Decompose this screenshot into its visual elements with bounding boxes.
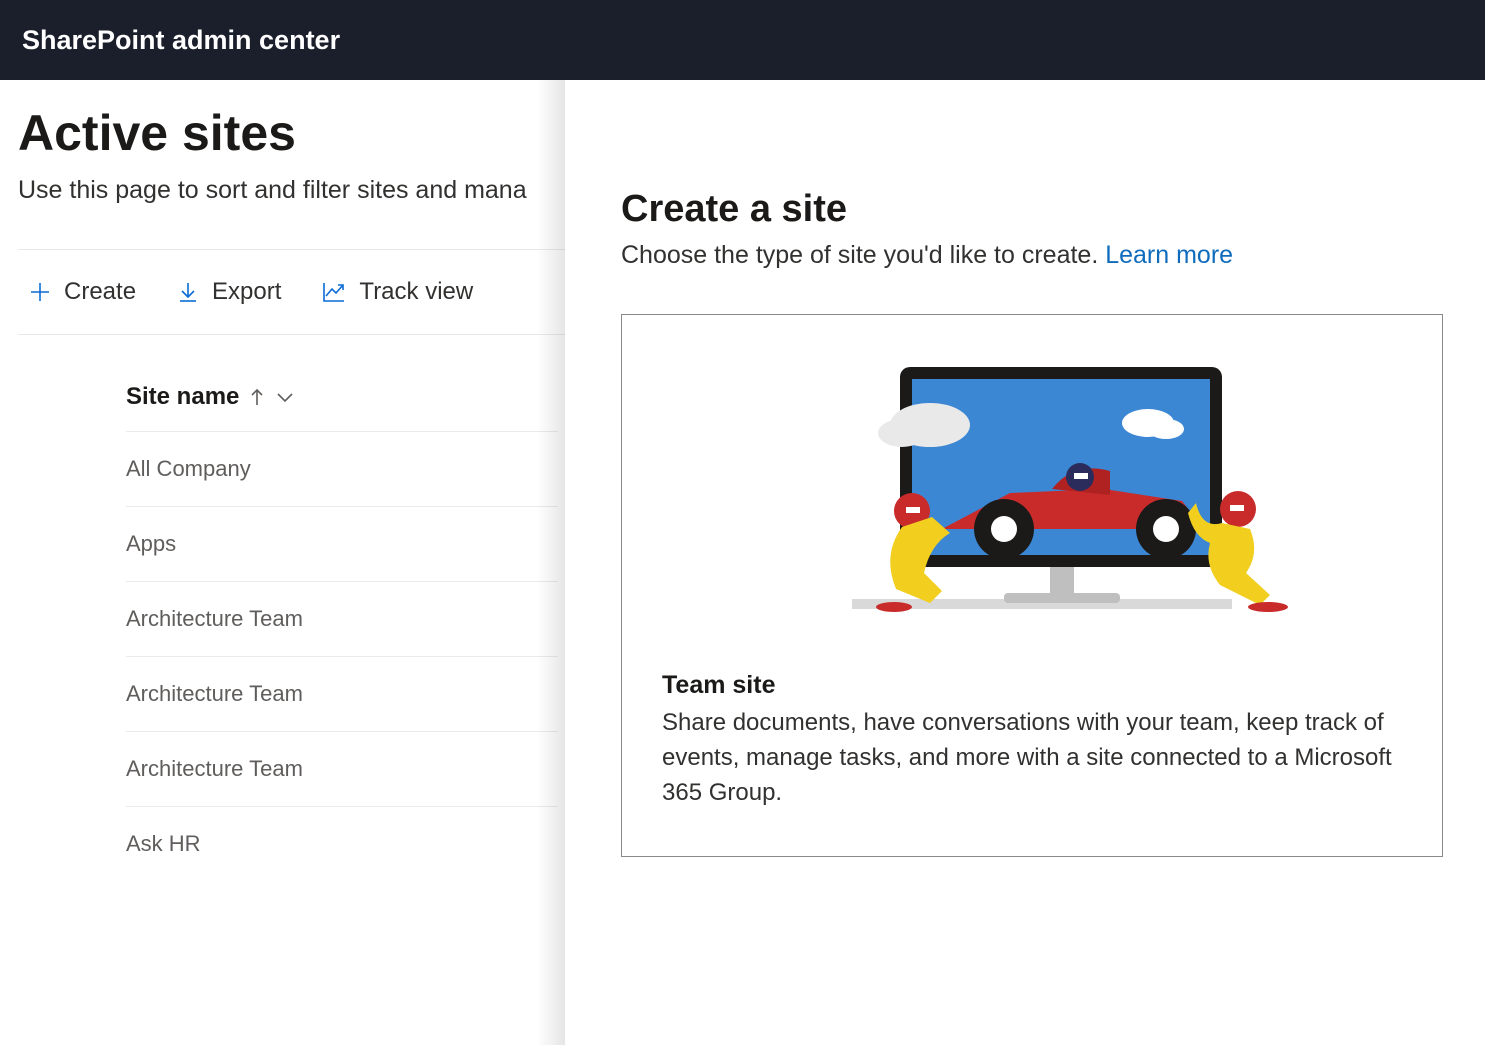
table-row[interactable]: Apps [126, 507, 558, 582]
plus-icon [28, 280, 52, 304]
panel-description-text: Choose the type of site you'd like to cr… [621, 241, 1105, 269]
sites-table: Site name All Company Apps Architecture … [18, 365, 558, 881]
create-label: Create [64, 278, 136, 306]
card-title: Team site [662, 671, 1402, 700]
table-row[interactable]: Architecture Team [126, 582, 558, 657]
table-row[interactable]: All Company [126, 432, 558, 507]
chart-arrow-icon [321, 280, 347, 304]
chevron-down-icon [275, 390, 295, 404]
track-view-label: Track view [359, 278, 473, 306]
download-icon [176, 280, 200, 304]
table-row[interactable]: Architecture Team [126, 732, 558, 807]
column-header-label: Site name [126, 383, 239, 411]
export-label: Export [212, 278, 281, 306]
card-description: Share documents, have conversations with… [662, 706, 1402, 810]
create-site-panel: Create a site Choose the type of site yo… [565, 80, 1485, 1045]
table-row[interactable]: Architecture Team [126, 657, 558, 732]
app-header: SharePoint admin center [0, 0, 1485, 80]
panel-title: Create a site [621, 188, 1429, 231]
track-view-button[interactable]: Track view [317, 276, 477, 308]
team-site-card[interactable]: Team site Share documents, have conversa… [621, 314, 1443, 857]
table-row[interactable]: Ask HR [126, 807, 558, 881]
team-site-illustration-icon [752, 351, 1312, 641]
learn-more-link[interactable]: Learn more [1105, 241, 1233, 269]
export-button[interactable]: Export [172, 276, 285, 308]
column-header-site-name[interactable]: Site name [126, 365, 558, 432]
panel-description: Choose the type of site you'd like to cr… [621, 241, 1429, 270]
sort-ascending-icon [249, 388, 265, 406]
app-title: SharePoint admin center [22, 25, 340, 56]
create-button[interactable]: Create [24, 276, 140, 308]
